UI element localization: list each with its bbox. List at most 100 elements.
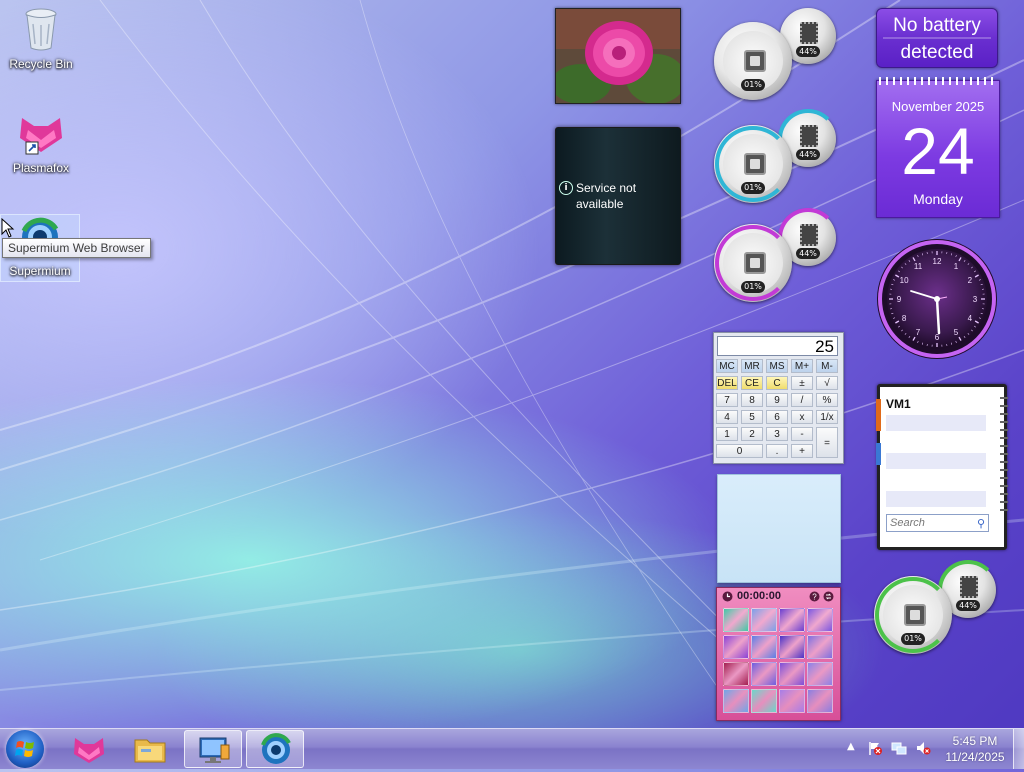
show-desktop-button[interactable] [1013, 729, 1024, 769]
puzzle-tile[interactable] [807, 608, 833, 632]
calc-key[interactable]: MC [716, 359, 738, 373]
contacts-search-input[interactable]: Search ⚲ [886, 514, 989, 532]
timer-icon[interactable] [722, 591, 733, 602]
help-icon[interactable]: ? [809, 591, 820, 602]
cpu-gauge: 01% [714, 125, 792, 203]
shuffle-icon[interactable] [823, 591, 834, 602]
cpu-meter-gadget[interactable]: 44% 01% [714, 210, 842, 302]
puzzle-grid[interactable] [723, 608, 835, 714]
start-button[interactable] [6, 730, 44, 768]
calculator-display: 25 [717, 336, 838, 356]
feed-headlines-gadget[interactable]: i Service not available [555, 127, 681, 265]
slideshow-gadget[interactable] [555, 8, 681, 104]
puzzle-tile[interactable] [751, 635, 777, 659]
calc-key[interactable]: 0 [716, 444, 763, 458]
calc-key[interactable]: ± [791, 376, 813, 390]
calc-key[interactable]: 2 [741, 427, 763, 441]
puzzle-tile[interactable] [779, 635, 805, 659]
calc-key[interactable]: = [816, 427, 838, 458]
contact-row[interactable] [886, 491, 986, 507]
desktop-icon-label: Recycle Bin [2, 57, 80, 71]
desktop-icon-plasmafox[interactable]: Plasmafox [2, 112, 80, 175]
puzzle-tile[interactable] [751, 689, 777, 713]
calc-key[interactable]: 3 [766, 427, 788, 441]
contacts-gadget[interactable]: VM1 Search ⚲ [877, 384, 1007, 550]
puzzle-tile[interactable] [723, 689, 749, 713]
clock-number: 8 [902, 314, 907, 323]
desktop-icon-label: Plasmafox [2, 161, 80, 175]
taskbar-plasmafox-button[interactable] [60, 730, 118, 768]
calc-key[interactable]: MR [741, 359, 763, 373]
memory-usage-value: 44% [796, 46, 820, 57]
calc-key[interactable]: - [791, 427, 813, 441]
calc-key[interactable]: √ [816, 376, 838, 390]
system-clock-date: 11/24/2025 [936, 749, 1014, 765]
calc-key[interactable]: DEL [716, 376, 738, 390]
cpu-chip-icon [904, 604, 926, 626]
contact-row[interactable] [886, 453, 986, 469]
calc-key[interactable]: / [791, 393, 813, 407]
cpu-meter-gadget[interactable]: 44% 01% [874, 562, 1002, 654]
cpu-meter-gadget[interactable]: 44% 01% [714, 111, 842, 203]
picture-puzzle-gadget[interactable]: 00:00:00 ? [716, 587, 841, 721]
calc-key[interactable]: x [791, 410, 813, 424]
calc-key[interactable]: M- [816, 359, 838, 373]
taskbar-file-explorer-button[interactable] [121, 730, 179, 768]
puzzle-tile[interactable] [779, 689, 805, 713]
volume-muted-icon[interactable] [915, 740, 931, 756]
calculator-gadget[interactable]: 25 MCMRMSM+M- DELCEC±√ 789/% 456x1/x 123-= 0.… [713, 332, 844, 464]
network-icon[interactable] [891, 740, 907, 756]
file-explorer-icon [121, 730, 179, 768]
contact-row[interactable] [886, 415, 986, 431]
puzzle-tile[interactable] [751, 608, 777, 632]
contacts-tab-orange[interactable] [876, 399, 881, 431]
taskbar-remote-desktop-button[interactable] [184, 730, 242, 768]
calc-key[interactable]: M+ [791, 359, 813, 373]
calc-key[interactable]: MS [766, 359, 788, 373]
battery-status-line1: No battery [877, 12, 997, 39]
calc-key[interactable]: 5 [741, 410, 763, 424]
search-icon[interactable]: ⚲ [977, 517, 985, 530]
plasmafox-icon [60, 730, 118, 768]
battery-gadget[interactable]: No battery detected [876, 8, 998, 68]
calc-key[interactable]: % [816, 393, 838, 407]
show-hidden-icons-chevron-icon[interactable]: ▲ [847, 741, 855, 752]
clock-number: 12 [933, 257, 942, 266]
calc-key[interactable]: 4 [716, 410, 738, 424]
puzzle-tile[interactable] [807, 662, 833, 686]
taskbar-supermium-button[interactable] [246, 730, 304, 768]
puzzle-timer: 00:00:00 [737, 590, 781, 602]
calc-key[interactable]: CE [741, 376, 763, 390]
calc-key[interactable]: 7 [716, 393, 738, 407]
cpu-usage-value: 01% [741, 79, 765, 91]
calc-key[interactable]: 1 [716, 427, 738, 441]
calc-key[interactable]: 6 [766, 410, 788, 424]
puzzle-tile[interactable] [807, 635, 833, 659]
memory-chip-icon [800, 125, 818, 147]
remote-desktop-icon [185, 731, 243, 769]
clock-number: 11 [914, 262, 923, 271]
calc-key[interactable]: + [791, 444, 813, 458]
contacts-binder-rings [1000, 397, 1008, 517]
desktop-icon-recycle-bin[interactable]: Recycle Bin [2, 6, 80, 71]
puzzle-tile[interactable] [779, 608, 805, 632]
puzzle-tile[interactable] [723, 635, 749, 659]
puzzle-tile[interactable] [723, 662, 749, 686]
sticky-note-gadget[interactable] [717, 474, 841, 583]
calc-key[interactable]: 9 [766, 393, 788, 407]
cpu-meter-gadget[interactable]: 44% 01% [714, 8, 842, 100]
puzzle-tile[interactable] [779, 662, 805, 686]
calc-key[interactable]: 8 [741, 393, 763, 407]
clock-gadget[interactable]: 121234567891011 [876, 238, 998, 360]
calc-key[interactable]: . [766, 444, 788, 458]
puzzle-tile[interactable] [723, 608, 749, 632]
puzzle-tile[interactable] [751, 662, 777, 686]
puzzle-tile[interactable] [807, 689, 833, 713]
clock-number: 9 [897, 295, 902, 304]
calc-key[interactable]: C [766, 376, 788, 390]
calendar-gadget[interactable]: November 2025 24 Monday [876, 80, 1000, 218]
calc-key[interactable]: 1/x [816, 410, 838, 424]
system-clock[interactable]: 5:45 PM 11/24/2025 [936, 733, 1014, 765]
contacts-tab-blue[interactable] [876, 443, 881, 465]
action-center-flag-icon[interactable] [867, 740, 883, 756]
